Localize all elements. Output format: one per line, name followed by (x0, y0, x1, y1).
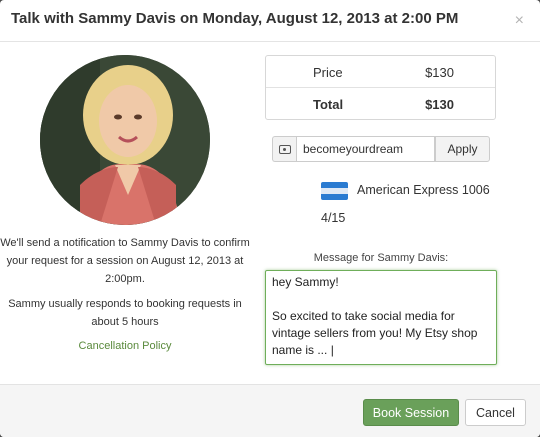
coupon-input[interactable] (296, 136, 435, 162)
apply-button[interactable]: Apply (435, 136, 490, 162)
price-value: $130 (425, 65, 454, 80)
booking-modal: Talk with Sammy Davis on Monday, August … (0, 0, 540, 437)
card-label: American Express 1006 (357, 183, 490, 197)
modal-title: Talk with Sammy Davis on Monday, August … (11, 10, 459, 27)
card-expiry: 4/15 (321, 211, 346, 225)
money-icon (272, 136, 296, 162)
response-time-text: Sammy usually responds to booking reques… (8, 298, 242, 328)
message-label: Message for Sammy Davis: (313, 252, 449, 264)
american-express-card-icon (321, 182, 348, 200)
cancellation-policy-link[interactable]: Cancellation Policy (0, 340, 250, 352)
total-value: $130 (425, 97, 454, 112)
price-label: Price (313, 65, 343, 80)
price-table: Price $130 Total $130 (265, 55, 496, 120)
modal-footer: Book Session Cancel (0, 384, 540, 437)
modal-header: Talk with Sammy Davis on Monday, August … (0, 0, 540, 42)
cancel-button[interactable]: Cancel (465, 399, 526, 426)
total-label: Total (313, 97, 344, 112)
book-session-button[interactable]: Book Session (363, 399, 459, 426)
price-row: Price $130 (266, 56, 495, 88)
avatar (40, 55, 210, 225)
message-textarea[interactable]: hey Sammy! So excited to take social med… (265, 270, 497, 365)
notification-text: We'll send a notification to Sammy Davis… (0, 237, 250, 285)
total-row: Total $130 (266, 88, 495, 120)
close-icon[interactable]: × (515, 12, 524, 30)
